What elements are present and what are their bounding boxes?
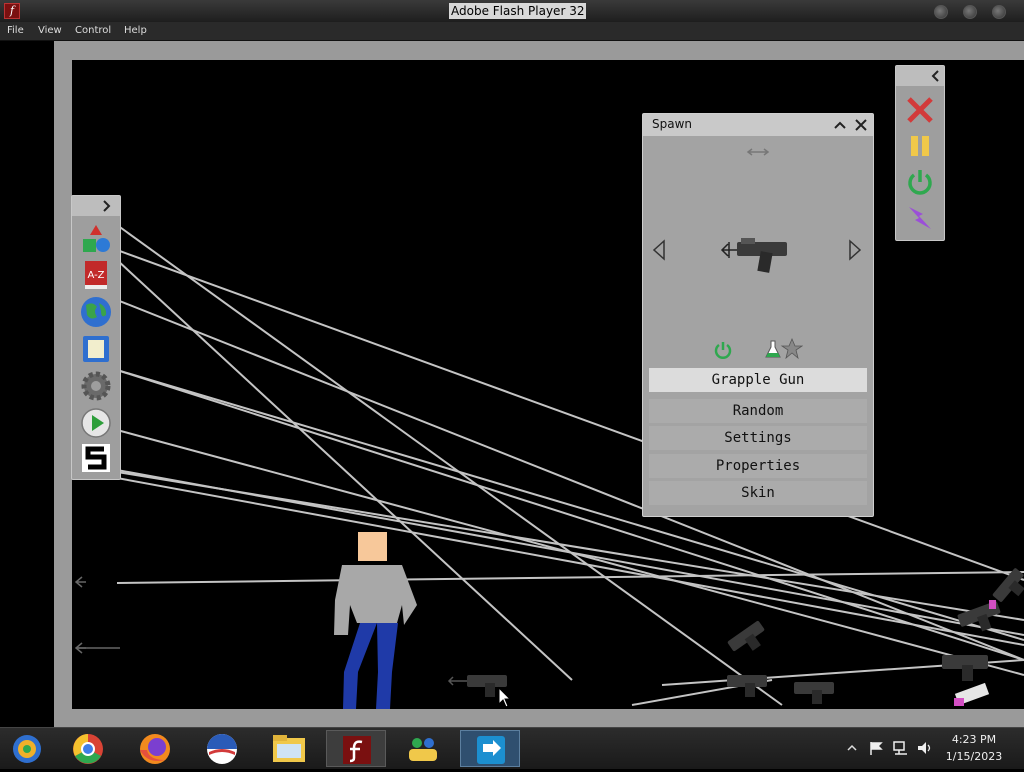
next-item-arrow-icon[interactable] [847,239,863,261]
taskbar-app[interactable] [259,730,319,767]
rope [116,571,1024,584]
taskbar-app[interactable] [326,730,386,767]
shapes-icon[interactable] [79,221,113,255]
grapple-gun-item [727,620,765,652]
spawn-enable-power-icon[interactable] [712,339,734,361]
power-icon[interactable] [903,165,937,199]
grapple-gun-item [794,682,834,704]
rope [116,249,1024,581]
play-icon[interactable] [79,406,113,440]
close-panel-icon[interactable] [852,117,870,133]
flask-star-icon[interactable] [765,337,803,361]
grapple-ropes [116,224,1024,706]
game-scene [74,224,1024,709]
weapon-category-icon [746,148,770,156]
dictionary-icon[interactable]: A-Z [79,258,113,292]
ragdoll-leg-left [343,623,377,709]
menu-bar: File View Control Help [0,22,1024,41]
pause-icon[interactable] [903,129,937,163]
right-toolbar-handle[interactable] [896,66,944,86]
world-icon[interactable] [79,295,113,329]
spawn-panel: Spawn Grapple Gun Random Settings Proper… [642,113,874,517]
media-player-icon [13,735,41,763]
menu-file[interactable]: File [7,24,24,38]
rope-hooks [74,576,120,654]
remote-app-icon [477,736,505,764]
hook-arrow [74,576,86,588]
network-icon[interactable] [892,740,910,756]
taskbar-app[interactable] [125,730,185,767]
game-stage[interactable] [72,60,1024,709]
obama-logo-icon [207,734,237,764]
taskbar-app[interactable] [0,730,60,767]
settings-button[interactable]: Settings [649,426,867,450]
maximize-button[interactable] [963,5,977,19]
skin-button[interactable]: Skin [649,481,867,505]
selected-item-name: Grapple Gun [649,368,867,392]
rope [116,299,1024,661]
messenger-icon [409,738,437,761]
grapple-gun-item [727,675,767,697]
properties-button[interactable]: Properties [649,454,867,478]
rope [116,369,1024,641]
random-button[interactable]: Random [649,399,867,423]
file-explorer-icon [273,735,305,762]
save-icon[interactable] [79,332,113,366]
collapse-arrow-icon[interactable] [72,196,120,216]
pink-gun-part [954,698,964,706]
grapple-gun-item [447,675,507,697]
menu-help[interactable]: Help [124,24,147,38]
spawn-panel-header[interactable]: Spawn [643,114,873,136]
lightning-icon[interactable] [903,201,937,235]
taskbar-app[interactable] [393,730,453,767]
left-toolbar-handle[interactable] [72,196,120,216]
rope [116,369,1024,661]
close-button[interactable] [992,5,1006,19]
show-hidden-icons-icon[interactable] [846,742,858,754]
minimize-panel-icon[interactable] [831,117,849,133]
clock-date[interactable]: 1/15/2023 [938,750,1010,763]
taskbar-app[interactable] [192,730,252,767]
minimize-button[interactable] [934,5,948,19]
pink-gun-part [989,600,996,609]
action-center-flag-icon[interactable] [868,740,884,756]
spawn-panel-title: Spawn [652,117,693,131]
svg-text:A-Z: A-Z [87,270,104,281]
right-toolbar [895,65,945,241]
rope [116,471,1024,621]
clear-x-icon[interactable] [903,93,937,127]
collapse-arrow-icon[interactable] [896,66,944,86]
taskbar-app[interactable] [460,730,520,767]
firefox-icon [140,734,170,764]
volume-icon[interactable] [916,740,934,756]
previous-item-arrow-icon[interactable] [651,239,667,261]
spawned-guns [447,568,1024,706]
menu-view[interactable]: View [38,24,62,38]
settings-gear-icon[interactable] [79,369,113,403]
mouse-cursor-icon [498,686,512,708]
title-bar: f Adobe Flash Player 32 [0,0,1024,22]
clock-time[interactable]: 4:23 PM [938,733,1010,746]
left-toolbar: A-Z [71,195,121,480]
taskbar: 4:23 PM 1/15/2023 [0,727,1024,769]
grapple-gun-preview-icon [720,238,787,273]
chrome-icon [73,734,103,764]
flash-player-icon [343,736,371,764]
taskbar-app[interactable] [58,730,118,767]
ragdoll-leg-right [376,623,398,709]
menu-control[interactable]: Control [75,24,111,38]
window-title: Adobe Flash Player 32 [449,3,587,19]
grapple-gun-item [942,655,988,681]
ragdoll-character[interactable] [334,532,417,709]
ragdoll-head [358,532,387,561]
logo-s-icon[interactable] [79,441,113,475]
rope [116,477,1024,646]
flash-app-icon: f [4,3,20,19]
